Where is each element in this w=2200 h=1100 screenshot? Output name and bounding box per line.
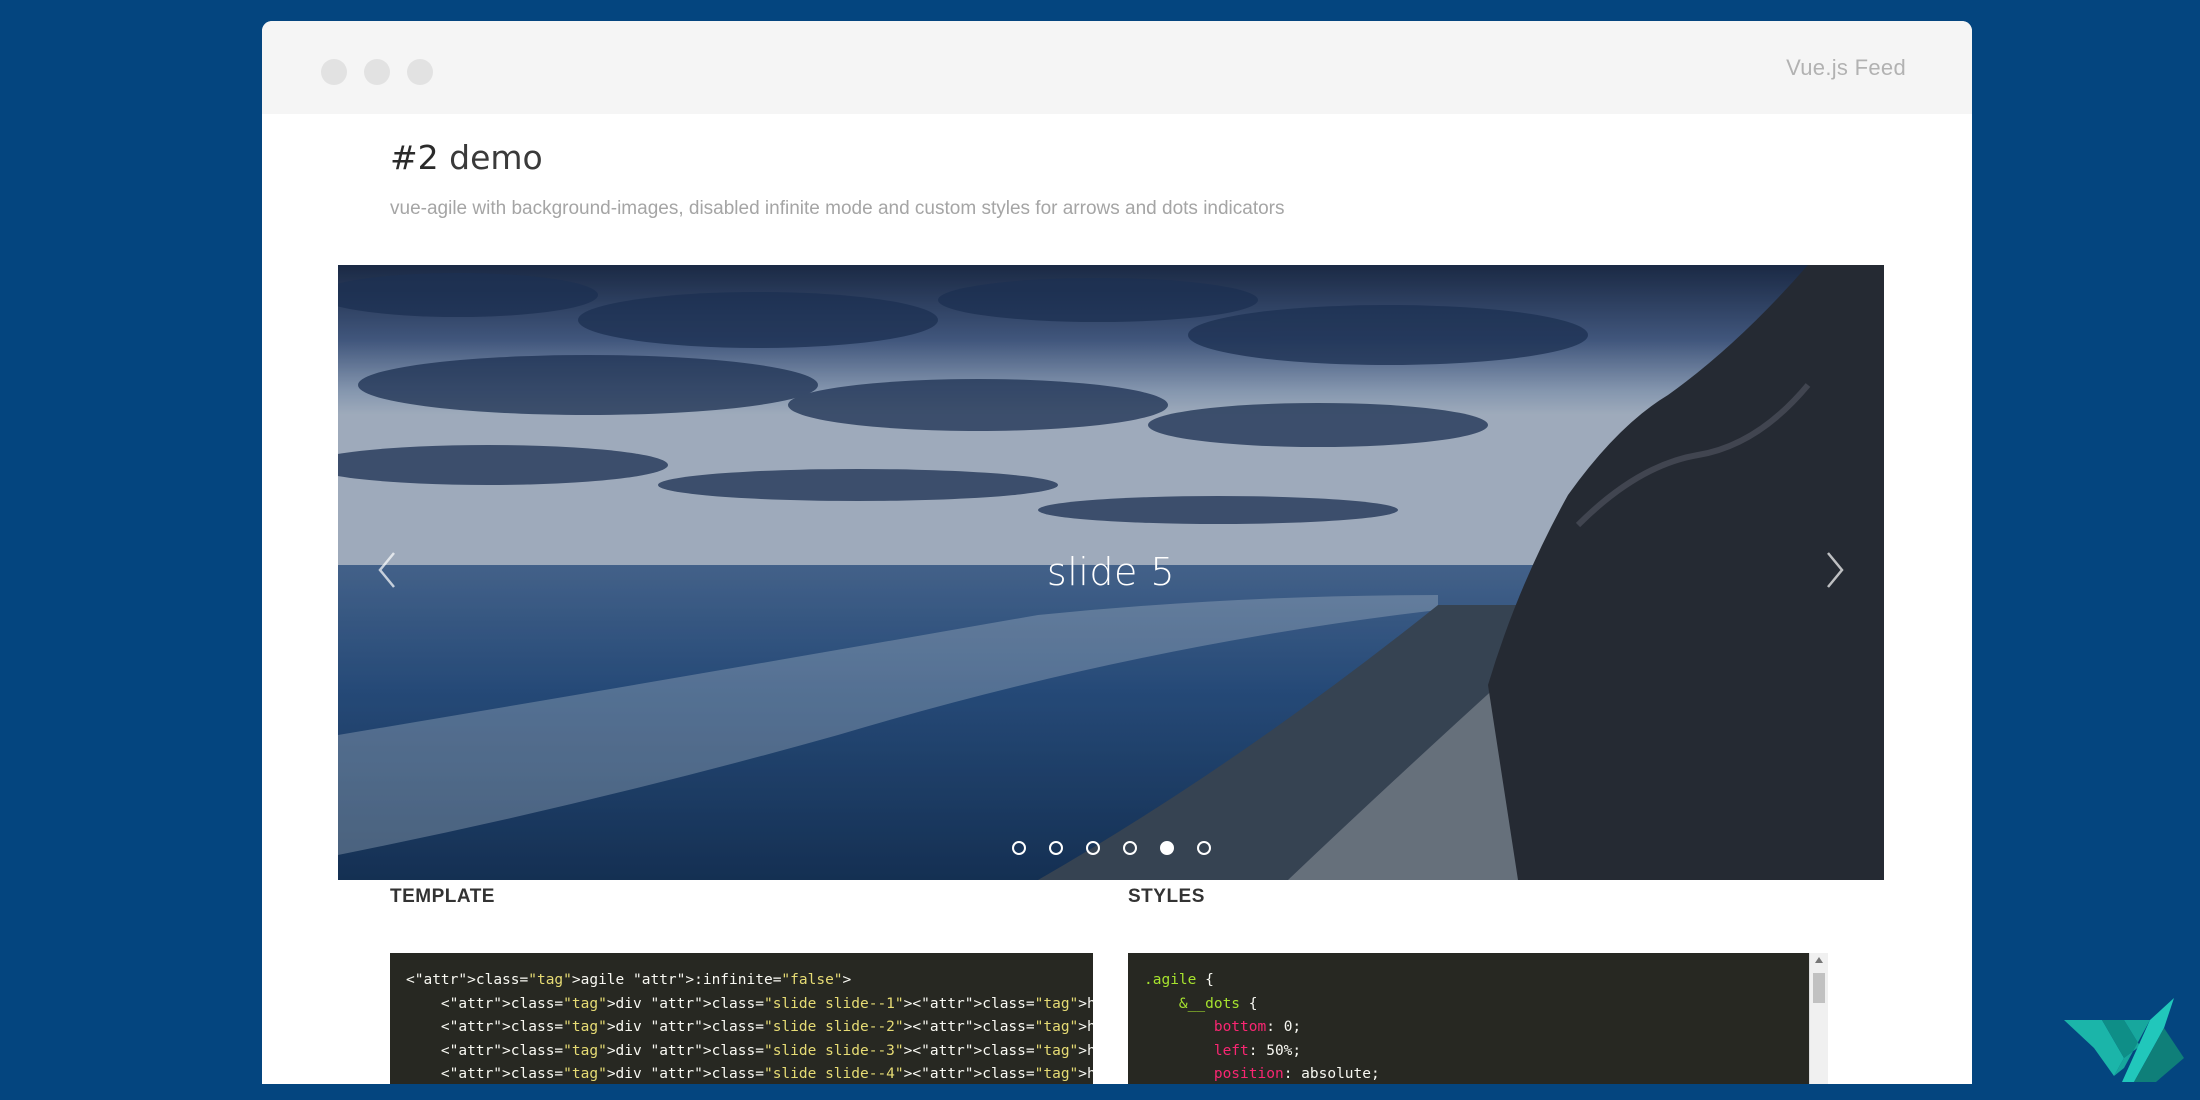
prev-arrow-button[interactable] — [368, 545, 408, 595]
template-code-line: <"attr">class="tag">div "attr">class="sl… — [406, 1042, 1093, 1059]
demo-heading: #2 demo — [390, 138, 543, 177]
slide-title: slide 5 — [1046, 550, 1176, 594]
carousel-dot-5[interactable] — [1159, 841, 1174, 855]
styles-code-line: .agile { — [1144, 972, 1214, 988]
chevron-left-icon — [378, 552, 395, 588]
styles-code-line: bottom: 0; — [1213, 1019, 1302, 1035]
close-window-button[interactable] — [321, 59, 347, 85]
window-title: Vue.js Feed — [1786, 55, 1906, 80]
scroll-up-icon[interactable] — [1815, 957, 1823, 963]
carousel-dot-3[interactable] — [1085, 841, 1100, 855]
carousel-dot-6[interactable] — [1196, 841, 1211, 855]
styles-code-line: left: 50%; — [1213, 1042, 1302, 1059]
template-code-block[interactable]: <"attr">class="tag">agile "attr">:infini… — [390, 953, 1093, 1084]
window-controls — [321, 59, 433, 85]
template-code-line: <"attr">class="tag">div "attr">class="sl… — [406, 995, 1093, 1012]
styles-code-block[interactable]: .agile { &__dots { bottom: 0; left: 50%;… — [1128, 953, 1809, 1084]
template-section-title: TEMPLATE — [390, 886, 495, 907]
styles-section-title: STYLES — [1128, 886, 1205, 907]
styles-code-line: position: absolute; — [1213, 1066, 1380, 1082]
demo-description: vue-agile with background-images, disabl… — [390, 198, 1285, 219]
styles-code-line: &__dots { — [1178, 995, 1258, 1012]
next-arrow-button[interactable] — [1814, 545, 1854, 595]
carousel[interactable]: slide 5 — [338, 265, 1884, 880]
demo-title: demo — [449, 138, 543, 177]
template-code-line: <"attr">class="tag">div "attr">class="sl… — [406, 1066, 1093, 1082]
carousel-dot-4[interactable] — [1122, 841, 1137, 855]
carousel-dot-1[interactable] — [1011, 841, 1026, 855]
browser-window: Vue.js Feed #2 demo vue-agile with backg… — [262, 21, 1972, 1084]
carousel-dot-2[interactable] — [1048, 841, 1063, 855]
minimize-window-button[interactable] — [364, 59, 390, 85]
maximize-window-button[interactable] — [407, 59, 433, 85]
styles-scrollbar[interactable] — [1809, 953, 1828, 1084]
template-code-line: <"attr">class="tag">div "attr">class="sl… — [406, 1019, 1093, 1035]
demo-number: #2 — [390, 138, 439, 177]
window-titlebar: Vue.js Feed — [262, 21, 1972, 114]
template-code-line: <"attr">class="tag">agile "attr">:infini… — [406, 972, 852, 988]
scroll-thumb[interactable] — [1813, 973, 1825, 1003]
chevron-right-icon — [1827, 552, 1844, 588]
vue-logo-icon — [2064, 998, 2184, 1082]
carousel-dots — [338, 841, 1884, 855]
